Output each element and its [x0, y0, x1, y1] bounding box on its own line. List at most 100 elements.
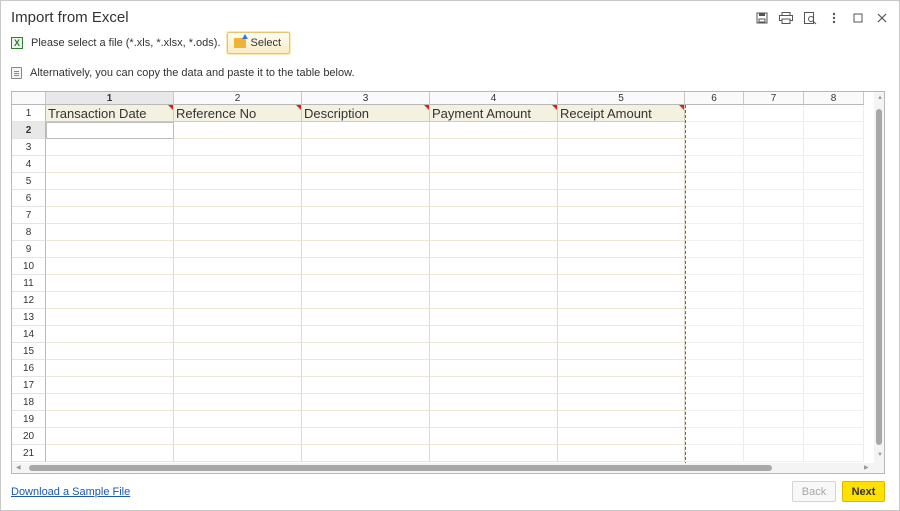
- grid-cell[interactable]: [744, 173, 804, 190]
- grid-cell[interactable]: [174, 343, 302, 360]
- grid-cell[interactable]: [46, 326, 174, 343]
- column-header[interactable]: 4: [430, 92, 558, 105]
- grid-cell[interactable]: [46, 445, 174, 462]
- column-header[interactable]: 6: [685, 92, 744, 105]
- grid-cell[interactable]: [302, 190, 430, 207]
- row-header[interactable]: 2: [12, 122, 46, 139]
- grid-cell[interactable]: [685, 173, 744, 190]
- grid-cell[interactable]: [302, 292, 430, 309]
- grid-cell[interactable]: [558, 258, 685, 275]
- grid-cell[interactable]: [174, 309, 302, 326]
- grid-cell[interactable]: [430, 156, 558, 173]
- grid-cell[interactable]: [744, 258, 804, 275]
- grid-cell[interactable]: [430, 241, 558, 258]
- grid-cell[interactable]: [744, 105, 804, 122]
- grid-cell[interactable]: [804, 428, 864, 445]
- grid-cell[interactable]: [174, 275, 302, 292]
- grid-cell[interactable]: [685, 156, 744, 173]
- vertical-scrollbar[interactable]: ▲ ▼: [874, 92, 884, 465]
- grid-cell[interactable]: [302, 224, 430, 241]
- grid-cell[interactable]: [685, 207, 744, 224]
- row-header[interactable]: 12: [12, 292, 46, 309]
- grid-cell[interactable]: [174, 292, 302, 309]
- grid-cell[interactable]: [744, 224, 804, 241]
- grid-cell[interactable]: [744, 326, 804, 343]
- grid-cell[interactable]: [430, 377, 558, 394]
- grid-cell[interactable]: [558, 360, 685, 377]
- row-header[interactable]: 3: [12, 139, 46, 156]
- grid-cell[interactable]: [302, 156, 430, 173]
- grid-cell[interactable]: [46, 309, 174, 326]
- grid-cell[interactable]: [744, 377, 804, 394]
- row-header[interactable]: 19: [12, 411, 46, 428]
- row-header[interactable]: 18: [12, 394, 46, 411]
- grid-cell[interactable]: [685, 190, 744, 207]
- grid-cell[interactable]: [430, 190, 558, 207]
- grid-cell[interactable]: [174, 428, 302, 445]
- grid-cell[interactable]: [430, 326, 558, 343]
- grid-cell[interactable]: [804, 156, 864, 173]
- close-icon[interactable]: [873, 9, 891, 27]
- grid-cell[interactable]: [685, 411, 744, 428]
- grid-cell[interactable]: [804, 445, 864, 462]
- grid-cell[interactable]: [685, 445, 744, 462]
- grid-cell[interactable]: [744, 275, 804, 292]
- grid-cell[interactable]: [46, 173, 174, 190]
- grid-cell[interactable]: [685, 428, 744, 445]
- grid-cell[interactable]: [685, 139, 744, 156]
- grid-cell[interactable]: [174, 241, 302, 258]
- grid-cell[interactable]: [558, 445, 685, 462]
- grid-cell[interactable]: [558, 207, 685, 224]
- grid-cell[interactable]: [558, 377, 685, 394]
- grid-cell[interactable]: [804, 139, 864, 156]
- grid-cell[interactable]: [685, 360, 744, 377]
- maximize-icon[interactable]: [849, 9, 867, 27]
- grid-cell[interactable]: [46, 428, 174, 445]
- horizontal-scroll-thumb[interactable]: [29, 465, 772, 471]
- column-header[interactable]: 3: [302, 92, 430, 105]
- grid-cell[interactable]: [685, 275, 744, 292]
- row-header[interactable]: 10: [12, 258, 46, 275]
- preview-icon[interactable]: [801, 9, 819, 27]
- grid-cell[interactable]: [174, 156, 302, 173]
- grid-cell[interactable]: [46, 207, 174, 224]
- grid-cell[interactable]: [558, 309, 685, 326]
- grid-cell[interactable]: [804, 105, 864, 122]
- grid-cell[interactable]: [804, 309, 864, 326]
- row-header[interactable]: 8: [12, 224, 46, 241]
- grid-cell[interactable]: [46, 377, 174, 394]
- grid-cell[interactable]: [558, 326, 685, 343]
- grid-cell[interactable]: [804, 122, 864, 139]
- grid-cell[interactable]: [302, 122, 430, 139]
- print-icon[interactable]: [777, 9, 795, 27]
- grid-cell[interactable]: [174, 445, 302, 462]
- grid-cell[interactable]: [744, 139, 804, 156]
- grid-cell[interactable]: [685, 122, 744, 139]
- grid-cell[interactable]: [302, 309, 430, 326]
- grid-cell[interactable]: [302, 258, 430, 275]
- grid-cell[interactable]: [744, 292, 804, 309]
- grid-cell[interactable]: [558, 224, 685, 241]
- grid-cell[interactable]: [430, 258, 558, 275]
- grid-cell[interactable]: [302, 241, 430, 258]
- grid-cell[interactable]: [46, 360, 174, 377]
- grid-cell[interactable]: [804, 360, 864, 377]
- grid-cell[interactable]: [804, 326, 864, 343]
- grid-cell[interactable]: [430, 173, 558, 190]
- column-header[interactable]: 8: [804, 92, 864, 105]
- scroll-right-icon[interactable]: ▶: [864, 464, 869, 471]
- grid-cell[interactable]: [46, 292, 174, 309]
- grid-cell[interactable]: [174, 360, 302, 377]
- grid-cell[interactable]: [558, 411, 685, 428]
- grid-cell[interactable]: [558, 190, 685, 207]
- grid-cell[interactable]: [46, 224, 174, 241]
- grid-cell[interactable]: [685, 309, 744, 326]
- grid-cell[interactable]: [174, 394, 302, 411]
- grid-cell[interactable]: [558, 122, 685, 139]
- scroll-down-icon[interactable]: ▼: [877, 452, 883, 458]
- grid-cell[interactable]: [744, 445, 804, 462]
- grid-cell[interactable]: [804, 224, 864, 241]
- row-header[interactable]: 14: [12, 326, 46, 343]
- column-title-cell[interactable]: Transaction Date: [46, 105, 174, 122]
- grid-cell[interactable]: [430, 309, 558, 326]
